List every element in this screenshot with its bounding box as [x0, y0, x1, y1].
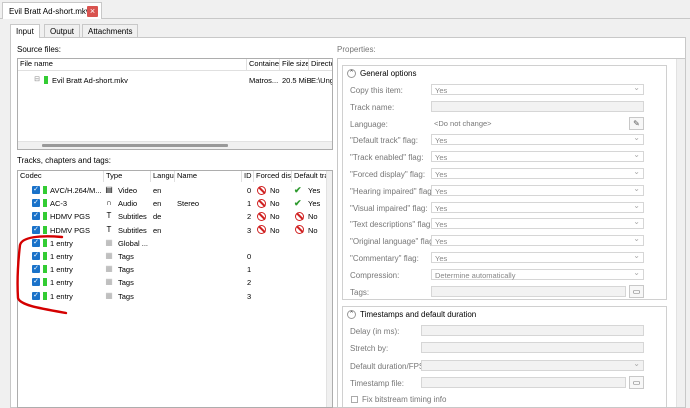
property-label: Compression:	[350, 270, 400, 280]
property-label: Copy this item:	[350, 86, 403, 95]
property-select[interactable]: Determine automatically	[431, 268, 644, 280]
edit-icon[interactable]: ✎	[629, 116, 644, 130]
collapse-icon[interactable]: ⌃	[347, 69, 356, 78]
property-label: "Forced display" flag:	[350, 170, 426, 179]
property-label: Tags:	[350, 287, 370, 297]
checkbox-label: Fix bitstream timing info	[362, 395, 447, 404]
timestamp-label: Timestamp file:	[350, 378, 404, 388]
property-select[interactable]: Yes	[431, 251, 644, 263]
timestamp-label: Delay (in ms):	[350, 327, 400, 336]
browse-file-icon[interactable]: ▭	[629, 375, 644, 389]
timestamps-title: Timestamps and default duration	[360, 310, 477, 319]
timestamp-label: Stretch by:	[350, 344, 389, 354]
tab-input[interactable]: Input	[10, 24, 40, 38]
property-select[interactable]: Yes	[431, 167, 644, 179]
properties-vscrollbar[interactable]	[676, 59, 685, 407]
property-label: "Text descriptions" flag:	[350, 220, 433, 230]
general-options-group: ⌃ General options Copy this item: Yes Trac…	[342, 65, 667, 300]
property-select[interactable]: Yes	[431, 184, 644, 196]
properties-pane: ⌃ General options Copy this item: Yes Trac…	[337, 58, 686, 408]
collapse-icon[interactable]: ⌃	[347, 310, 356, 319]
properties-label: Properties:	[337, 45, 376, 54]
property-label: "Track enabled" flag:	[350, 153, 424, 163]
browse-file-icon[interactable]: ▭	[629, 284, 644, 298]
property-label: "Default track" flag:	[350, 136, 418, 146]
timestamp-file-input[interactable]	[421, 376, 626, 388]
property-label: "Hearing impaired" flag:	[350, 186, 434, 196]
property-label: "Original language" flag:	[350, 237, 436, 247]
property-label: Track name:	[350, 102, 395, 112]
property-label: "Visual impaired" flag:	[350, 203, 428, 213]
tags-input[interactable]	[431, 285, 626, 297]
general-options-title: General options	[360, 69, 417, 78]
property-select[interactable]: Yes	[431, 133, 644, 146]
property-select[interactable]: Yes	[431, 150, 644, 163]
track-name-input[interactable]	[431, 100, 644, 112]
property-label: Language:	[350, 119, 388, 129]
default-duration-select[interactable]	[421, 359, 644, 371]
checkbox-box[interactable]	[351, 396, 358, 403]
timestamp-input[interactable]	[421, 342, 644, 354]
timestamps-group: ⌃ Timestamps and default duration Delay …	[342, 306, 667, 407]
property-select[interactable]: Yes	[431, 83, 644, 95]
property-select[interactable]: Yes	[431, 201, 644, 213]
property-label: "Commentary" flag:	[350, 254, 419, 263]
timestamp-input[interactable]	[421, 325, 644, 336]
property-select[interactable]: Yes	[431, 234, 644, 247]
language-field[interactable]: <Do not change>	[431, 117, 626, 129]
timestamp-label: Default duration/FPS:	[350, 361, 427, 371]
property-select[interactable]: Yes	[431, 217, 644, 230]
